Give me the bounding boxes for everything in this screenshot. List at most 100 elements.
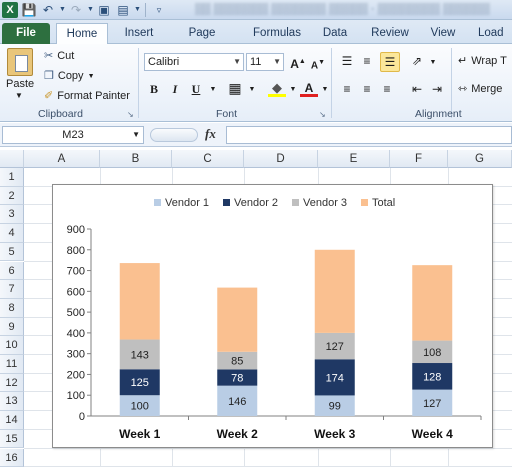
row-header[interactable]: 11 xyxy=(0,355,24,374)
column-header[interactable]: F xyxy=(390,150,448,168)
tab-data[interactable]: Data xyxy=(320,23,350,44)
row-header[interactable]: 1 xyxy=(0,168,24,187)
tab-load-test[interactable]: Load T xyxy=(478,23,512,59)
name-box-value: M23 xyxy=(62,129,84,141)
row-header[interactable]: 10 xyxy=(0,336,24,355)
redo-dropdown-icon[interactable]: ▼ xyxy=(87,2,94,18)
print-dropdown-icon[interactable]: ▼ xyxy=(134,2,141,18)
legend-label: Vendor 3 xyxy=(303,197,347,209)
decrease-font-icon[interactable]: A▼ xyxy=(309,54,327,72)
column-header[interactable]: C xyxy=(172,150,244,168)
row-header[interactable]: 7 xyxy=(0,280,24,299)
paste-dropdown-icon[interactable]: ▼ xyxy=(6,91,32,100)
row-header[interactable]: 12 xyxy=(0,373,24,393)
redo-icon[interactable]: ↷ xyxy=(68,2,84,18)
increase-indent-icon[interactable]: ⇥ xyxy=(428,80,446,98)
row-header[interactable]: 14 xyxy=(0,411,24,430)
align-bottom-icon[interactable]: ☰ xyxy=(380,52,400,72)
tab-page-layout[interactable]: Page Layout xyxy=(170,23,234,59)
tab-file[interactable]: File xyxy=(2,23,50,44)
column-header[interactable]: G xyxy=(448,150,512,168)
select-all-corner[interactable] xyxy=(0,150,24,168)
data-label: 128 xyxy=(423,371,441,383)
font-group-label: Font xyxy=(216,108,238,120)
align-right-icon[interactable]: ≡ xyxy=(378,80,396,98)
formula-input[interactable] xyxy=(226,126,512,144)
increase-font-icon[interactable]: A▲ xyxy=(289,53,307,71)
font-name-dropdown[interactable]: Calibri ▼ xyxy=(144,53,244,71)
paste-icon xyxy=(7,48,34,76)
row-header[interactable]: 4 xyxy=(0,224,24,243)
legend-swatch xyxy=(292,199,299,206)
customize-qat-icon[interactable]: ▿ xyxy=(151,2,167,18)
chart-canvas: Vendor 1 Vendor 2 Vendor 3 Total 0 100 200 300 4… xyxy=(67,197,482,441)
column-header[interactable]: E xyxy=(318,150,390,168)
data-label: 174 xyxy=(326,372,344,384)
quick-access-toolbar: X 💾 ↶ ▼ ↷ ▼ ▣ ▤ ▼ ▿ xyxy=(2,2,167,18)
save-icon[interactable]: 💾 xyxy=(21,2,37,18)
data-label: 99 xyxy=(329,401,341,413)
align-middle-icon[interactable]: ≡ xyxy=(358,52,376,70)
row-header[interactable]: 13 xyxy=(0,392,24,412)
clipboard-launcher-icon[interactable]: ↘ xyxy=(127,110,134,119)
stacked-bar-chart[interactable]: Vendor 1 Vendor 2 Vendor 3 Total 0 100 200 300 4… xyxy=(52,184,493,448)
row-header[interactable]: 5 xyxy=(0,242,24,262)
title-bar: X 💾 ↶ ▼ ↷ ▼ ▣ ▤ ▼ ▿ ▒▒ ▒▒▒▒▒▒▒ ▒▒▒▒▒▒▒ ▒… xyxy=(0,0,512,20)
borders-dropdown-icon[interactable]: ▼ xyxy=(243,81,261,99)
legend-label: Vendor 1 xyxy=(165,197,209,209)
cut-label: Cut xyxy=(57,50,75,62)
x-tick-label: Week 3 xyxy=(314,427,355,441)
paste-button[interactable]: Paste xyxy=(6,48,34,90)
row-header[interactable]: 6 xyxy=(0,261,24,281)
bar-segment xyxy=(217,287,258,352)
bold-button[interactable]: B xyxy=(145,80,163,98)
ribbon-divider xyxy=(138,48,139,118)
align-top-icon[interactable]: ☰ xyxy=(338,52,356,70)
print-preview-icon[interactable]: ▤ xyxy=(115,2,131,18)
wrap-text-button[interactable]: ↵ Wrap T xyxy=(458,54,507,68)
borders-icon[interactable]: ▦ xyxy=(226,79,244,97)
tab-view[interactable]: View xyxy=(428,23,458,44)
camera-icon[interactable]: ▣ xyxy=(96,2,112,18)
cut-button[interactable]: ✂ Cut xyxy=(44,49,74,63)
excel-app-icon[interactable]: X xyxy=(2,2,18,18)
align-center-icon[interactable]: ≡ xyxy=(358,80,376,98)
row-header[interactable]: 16 xyxy=(0,448,24,467)
merge-center-button[interactable]: ⇿ Merge xyxy=(458,82,502,96)
data-label: 127 xyxy=(423,398,441,410)
italic-button[interactable]: I xyxy=(166,80,184,98)
y-tick-label: 800 xyxy=(67,245,85,257)
name-box[interactable]: M23 ▼ xyxy=(2,126,144,144)
data-label: 78 xyxy=(231,373,243,385)
underline-button[interactable]: U xyxy=(187,80,205,98)
wrap-text-label: Wrap T xyxy=(471,55,507,67)
column-header[interactable]: A xyxy=(24,150,100,168)
ribbon-home: Paste ▼ ✂ Cut ❐ Copy ▼ ✐ Format Painter … xyxy=(0,44,512,122)
decrease-indent-icon[interactable]: ⇤ xyxy=(408,80,426,98)
orientation-dropdown-icon[interactable]: ▼ xyxy=(424,54,442,72)
tab-formulas[interactable]: Formulas xyxy=(252,23,302,44)
y-tick-label: 0 xyxy=(79,411,85,423)
row-header[interactable]: 15 xyxy=(0,429,24,449)
undo-dropdown-icon[interactable]: ▼ xyxy=(59,2,66,18)
font-size-dropdown[interactable]: 11 ▼ xyxy=(246,53,284,71)
align-left-icon[interactable]: ≡ xyxy=(338,80,356,98)
row-header[interactable]: 3 xyxy=(0,205,24,225)
tab-review[interactable]: Review xyxy=(370,23,410,44)
row-header[interactable]: 2 xyxy=(0,186,24,206)
font-launcher-icon[interactable]: ↘ xyxy=(319,110,326,119)
format-painter-button[interactable]: ✐ Format Painter xyxy=(44,89,130,103)
chevron-down-icon[interactable]: ▼ xyxy=(132,127,140,143)
row-header[interactable]: 8 xyxy=(0,298,24,318)
column-header[interactable]: D xyxy=(244,150,318,168)
x-tick-label: Week 2 xyxy=(217,427,258,441)
undo-icon[interactable]: ↶ xyxy=(40,2,56,18)
underline-dropdown-icon[interactable]: ▼ xyxy=(204,81,222,99)
tab-insert[interactable]: Insert xyxy=(120,23,158,44)
copy-button[interactable]: ❐ Copy ▼ xyxy=(44,69,95,83)
row-header[interactable]: 9 xyxy=(0,317,24,337)
copy-dropdown-icon[interactable]: ▼ xyxy=(88,73,95,80)
insert-function-button[interactable]: fx xyxy=(205,126,216,142)
tab-home[interactable]: Home xyxy=(56,23,108,44)
column-header[interactable]: B xyxy=(100,150,172,168)
